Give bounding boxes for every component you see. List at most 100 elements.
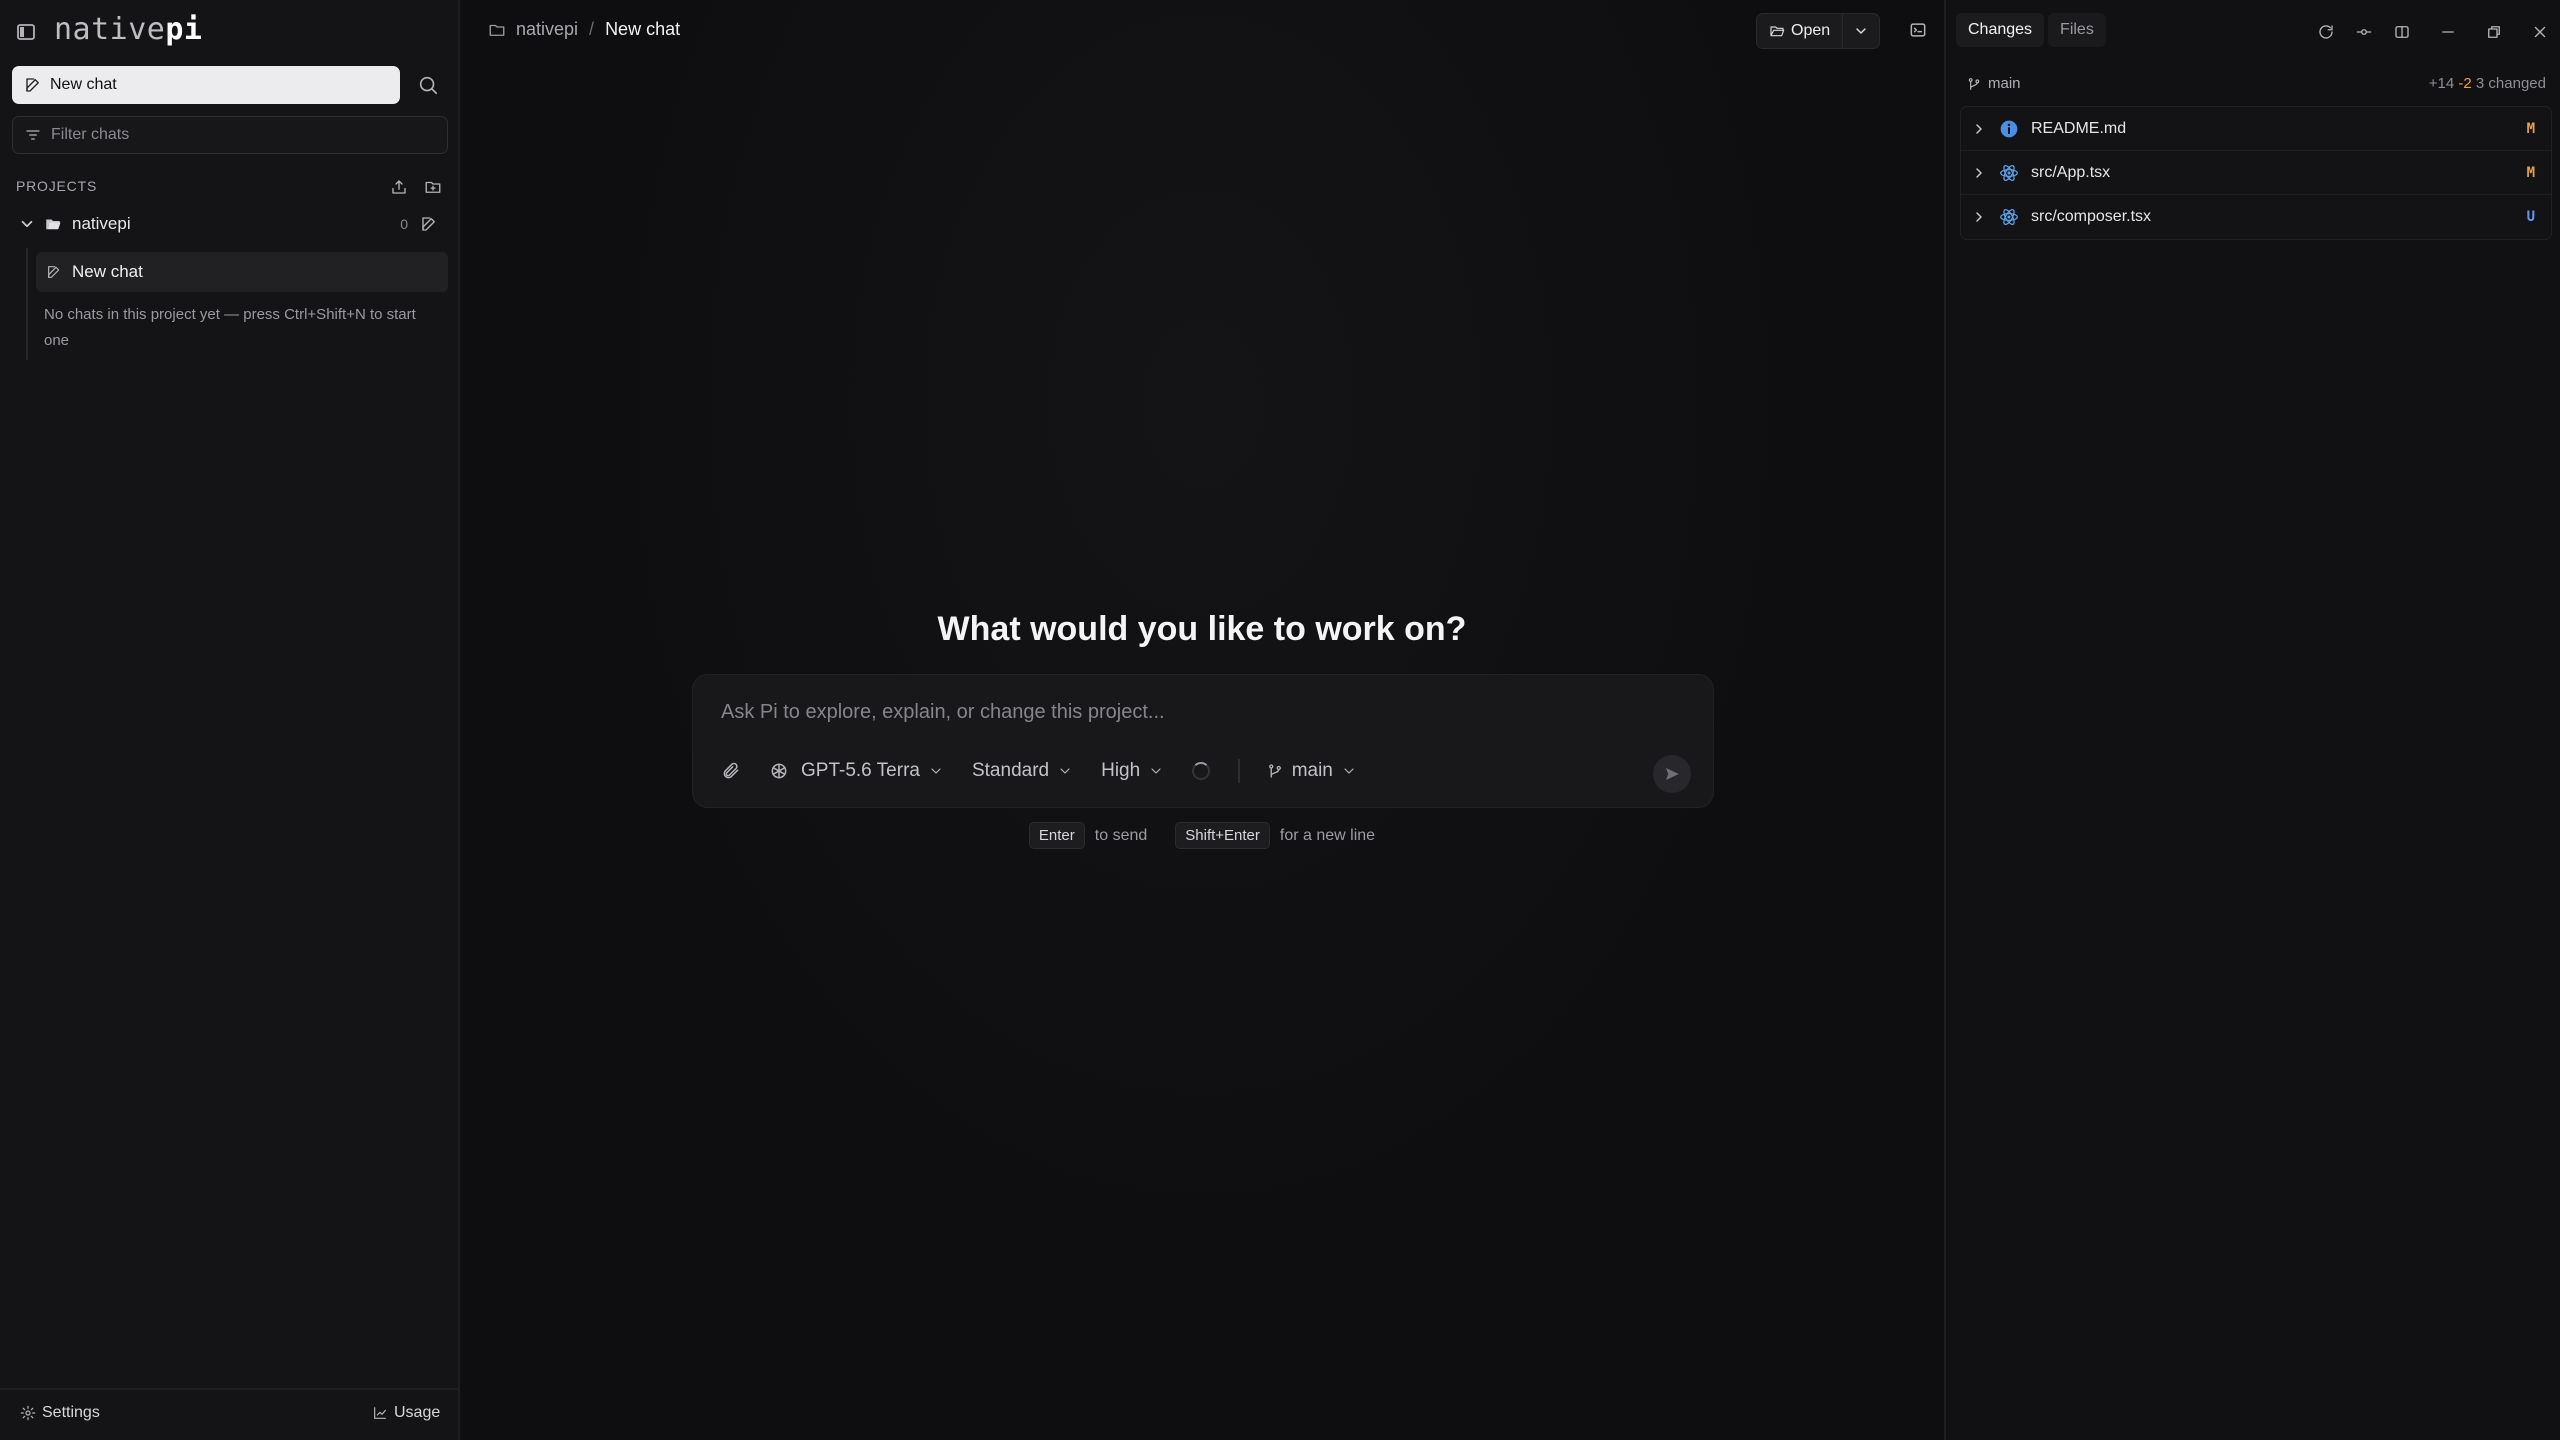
effort-selector[interactable]: High: [1101, 760, 1164, 782]
mode-selector[interactable]: Standard: [972, 760, 1073, 782]
changes-panel: Changes Files main +14 -2 3 changed READ…: [1944, 0, 2560, 1440]
changed-summary: 3 changed: [2475, 75, 2546, 92]
openai-icon: [771, 763, 787, 779]
branch-label: main: [1291, 760, 1333, 781]
terminal-icon: [1910, 23, 1926, 37]
search-button[interactable]: [408, 66, 448, 104]
toolbar-divider: [1238, 759, 1240, 783]
branch-status: main +14 -2 3 changed: [1966, 75, 2546, 92]
attach-button[interactable]: [721, 761, 741, 781]
file-name: src/App.tsx: [2031, 163, 2111, 181]
file-row[interactable]: README.md M: [1961, 107, 2551, 151]
refresh-icon[interactable]: [2314, 20, 2338, 44]
split-view-icon[interactable]: [2390, 20, 2414, 44]
new-chat-label: New chat: [50, 76, 117, 93]
chevron-right-icon[interactable]: [1971, 209, 1987, 225]
close-icon[interactable]: [2528, 20, 2552, 44]
new-folder-icon[interactable]: [422, 176, 444, 198]
folder-icon: [489, 24, 505, 36]
open-in-button[interactable]: Open: [1756, 13, 1880, 49]
open-dropdown[interactable]: [1843, 23, 1879, 39]
sidebar: nativepi New chat Filter chats PROJECTS …: [0, 0, 460, 1440]
prompt-input[interactable]: Ask Pi to explore, explain, or change th…: [721, 701, 1165, 724]
git-commit-icon[interactable]: [2352, 20, 2376, 44]
import-project-icon[interactable]: [388, 176, 410, 198]
branch-selector[interactable]: main: [1266, 760, 1357, 782]
chevron-down-icon: [1151, 768, 1161, 774]
filter-chats-input[interactable]: Filter chats: [12, 116, 448, 154]
compose-icon: [48, 266, 60, 278]
chevron-down-icon: [1344, 768, 1354, 774]
new-chat-button[interactable]: New chat: [12, 66, 400, 104]
hero-title: What would you like to work on?: [937, 610, 1467, 648]
send-button[interactable]: [1653, 755, 1691, 793]
additions-count: +14: [2428, 75, 2455, 92]
paperclip-icon: [723, 762, 739, 779]
diff-stats: +14 -2 3 changed: [2429, 75, 2546, 92]
branch-name: main: [1988, 75, 2021, 92]
folder-open-icon: [46, 219, 61, 230]
deletions-count: -2: [2458, 75, 2472, 92]
model-selector[interactable]: GPT-5.6 Terra: [769, 760, 944, 782]
chevron-down-icon: [21, 220, 33, 228]
usage-button[interactable]: Usage: [372, 1404, 440, 1422]
file-name: src/composer.tsx: [2031, 208, 2152, 225]
sidebar-footer: Settings Usage: [0, 1388, 458, 1440]
send-hint: to send: [1094, 826, 1148, 844]
mode-label: Standard: [971, 760, 1050, 781]
react-icon: [2000, 164, 2018, 181]
project-item-nativepi[interactable]: nativepi 0: [12, 206, 448, 242]
git-branch-icon: [1268, 764, 1281, 778]
sidebar-toggle-icon[interactable]: [14, 20, 38, 44]
file-status-badge: M: [2526, 164, 2535, 181]
chevron-down-icon: [931, 768, 941, 774]
project-chat-count: 0: [400, 216, 408, 232]
panel-toolbar: [2300, 20, 2552, 44]
file-status-badge: U: [2526, 209, 2535, 225]
filter-placeholder: Filter chats: [51, 126, 130, 143]
tab-files[interactable]: Files: [2048, 13, 2106, 47]
breadcrumb-project[interactable]: nativepi: [516, 19, 578, 40]
maximize-icon[interactable]: [2482, 20, 2506, 44]
tree-guide: [26, 248, 28, 360]
file-status-badge: M: [2526, 120, 2535, 137]
terminal-toggle-button[interactable]: [1908, 20, 1928, 40]
breadcrumb-separator: /: [589, 19, 595, 39]
info-icon: [2000, 120, 2018, 137]
chevron-down-icon: [1856, 28, 1866, 34]
open-button[interactable]: Open: [1757, 14, 1843, 48]
panel-tabs: Changes Files: [1956, 13, 2110, 47]
effort-label: High: [1101, 760, 1141, 781]
tab-changes[interactable]: Changes: [1956, 13, 2045, 47]
usage-label: Usage: [394, 1404, 441, 1421]
minimize-icon[interactable]: [2436, 20, 2460, 44]
model-label: GPT-5.6 Terra: [801, 760, 920, 781]
changed-files-list: README.md M src/App.tsx M src/composer.t…: [1960, 106, 2552, 240]
shift-enter-key: Shift+Enter: [1175, 822, 1270, 849]
empty-project-note: No chats in this project yet — press Ctr…: [44, 306, 416, 349]
chevron-down-icon: [1060, 768, 1070, 774]
settings-button[interactable]: Settings: [20, 1404, 100, 1422]
chevron-right-icon[interactable]: [1971, 121, 1987, 137]
gear-icon: [20, 1405, 36, 1421]
filter-icon: [26, 130, 40, 140]
projects-heading: PROJECTS: [16, 178, 98, 194]
newline-hint: for a new line: [1279, 826, 1376, 844]
folder-open-icon: [1770, 26, 1785, 37]
composer: Ask Pi to explore, explain, or change th…: [692, 674, 1714, 808]
enter-key: Enter: [1028, 822, 1085, 849]
search-icon: [419, 76, 438, 95]
breadcrumb-current: New chat: [605, 19, 681, 39]
compose-icon: [26, 78, 39, 92]
file-row[interactable]: src/App.tsx M: [1961, 151, 2551, 195]
settings-label: Settings: [42, 1404, 100, 1421]
new-project-chat-icon[interactable]: [420, 215, 438, 233]
chat-item-new-chat[interactable]: New chat: [36, 252, 448, 292]
loading-spinner-icon: [1192, 762, 1211, 780]
git-branch-icon: [1968, 77, 1980, 90]
breadcrumb: nativepi / New chat: [488, 19, 680, 40]
main-area: nativepi / New chat Open What would you …: [460, 0, 1944, 1440]
file-row[interactable]: src/composer.tsx U: [1961, 195, 2551, 239]
app-logo: nativepi: [54, 12, 203, 47]
chevron-right-icon[interactable]: [1971, 165, 1987, 181]
